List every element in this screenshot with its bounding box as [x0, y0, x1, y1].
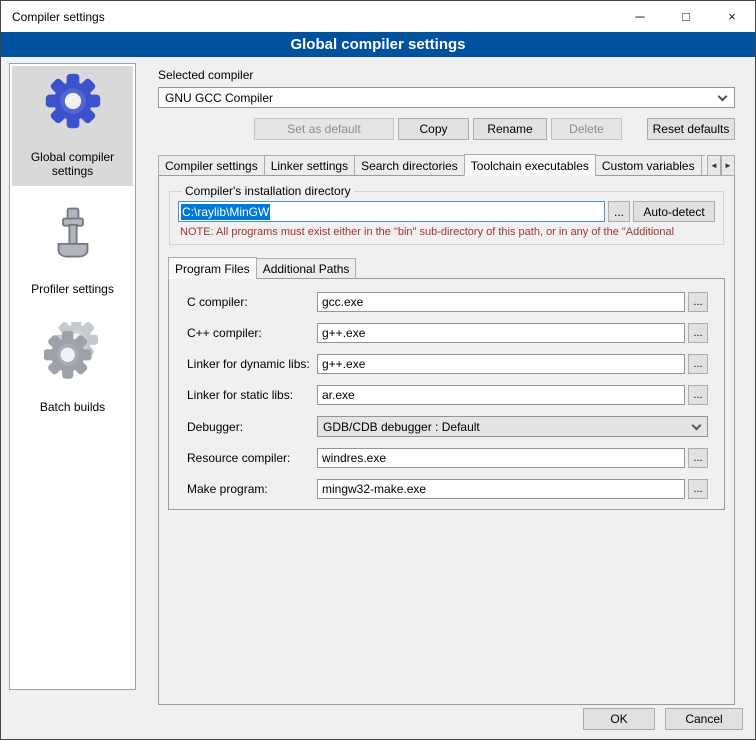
minimize-button[interactable]: ─ — [617, 1, 663, 32]
spacer — [158, 118, 250, 140]
tab-scroll-buttons: ◄ ► — [707, 155, 735, 176]
c-compiler-input[interactable]: gcc.exe — [317, 292, 685, 312]
field-label: Make program: — [187, 482, 317, 496]
debugger-select[interactable]: GDB/CDB debugger : Default — [317, 416, 708, 437]
chevron-down-icon — [692, 420, 702, 430]
field-label: Linker for dynamic libs: — [187, 357, 317, 371]
browse-button[interactable]: ... — [688, 479, 708, 499]
browse-button[interactable]: ... — [688, 292, 708, 312]
titlebar: Compiler settings ─ □ × — [1, 1, 755, 32]
tab-custom-variables[interactable]: Custom variables — [595, 155, 702, 176]
tab-toolchain-executables[interactable]: Toolchain executables — [464, 154, 596, 176]
field-row: C++ compiler: g++.exe ... — [187, 323, 708, 343]
batch-builds-icon — [44, 322, 102, 380]
program-files-tabbar: Program Files Additional Paths — [168, 257, 725, 279]
sidebar-item-label: Global compiler settings — [14, 150, 131, 178]
tab-compiler-settings[interactable]: Compiler settings — [158, 155, 265, 176]
dialog-footer: OK Cancel — [583, 708, 743, 730]
field-label: Resource compiler: — [187, 451, 317, 465]
window-title: Compiler settings — [1, 10, 105, 24]
chevron-down-icon — [718, 91, 728, 101]
field-label: C++ compiler: — [187, 326, 317, 340]
debugger-select-value: GDB/CDB debugger : Default — [323, 420, 480, 434]
browse-button[interactable]: ... — [688, 448, 708, 468]
settings-category-sidebar: Global compiler settings Profiler settin… — [9, 63, 136, 690]
sidebar-item-label: Batch builds — [14, 400, 131, 414]
installation-directory-group-title: Compiler's installation directory — [182, 184, 354, 198]
tab-scroll-left-button[interactable]: ◄ — [707, 155, 721, 176]
tab-additional-paths[interactable]: Additional Paths — [256, 258, 357, 279]
profiler-icon — [44, 204, 102, 262]
gear-icon — [44, 72, 102, 130]
ok-button[interactable]: OK — [583, 708, 655, 730]
installation-directory-value: C:\raylib\MinGW — [181, 204, 270, 220]
sidebar-item-profiler-settings[interactable]: Profiler settings — [12, 198, 133, 304]
tab-scroll-right-button[interactable]: ► — [721, 155, 735, 176]
delete-button: Delete — [551, 118, 622, 140]
cpp-compiler-input[interactable]: g++.exe — [317, 323, 685, 343]
field-label: C compiler: — [187, 295, 317, 309]
sidebar-item-label: Profiler settings — [14, 282, 131, 296]
make-program-input[interactable]: mingw32-make.exe — [317, 479, 685, 499]
field-row: Linker for dynamic libs: g++.exe ... — [187, 354, 708, 374]
browse-button[interactable]: ... — [688, 385, 708, 405]
tab-strip: Compiler settings Linker settings Search… — [158, 154, 705, 176]
main-content: Selected compiler GNU GCC Compiler Set a… — [146, 61, 749, 705]
tab-build-options[interactable]: Build options — [701, 155, 705, 176]
maximize-button[interactable]: □ — [663, 1, 709, 32]
toolchain-executables-panel: Compiler's installation directory C:\ray… — [158, 175, 735, 705]
field-row: Debugger: GDB/CDB debugger : Default — [187, 416, 708, 437]
field-label: Linker for static libs: — [187, 388, 317, 402]
window-controls: ─ □ × — [617, 1, 755, 32]
set-as-default-button: Set as default — [254, 118, 394, 140]
sidebar-item-global-compiler-settings[interactable]: Global compiler settings — [12, 66, 133, 186]
field-row: Make program: mingw32-make.exe ... — [187, 479, 708, 499]
rename-button[interactable]: Rename — [473, 118, 547, 140]
selected-compiler-select[interactable]: GNU GCC Compiler — [158, 87, 735, 108]
dynamic-linker-input[interactable]: g++.exe — [317, 354, 685, 374]
selected-compiler-value: GNU GCC Compiler — [165, 91, 273, 105]
compiler-settings-tabbar: Compiler settings Linker settings Search… — [158, 154, 735, 176]
tab-search-directories[interactable]: Search directories — [354, 155, 465, 176]
field-label: Debugger: — [187, 420, 317, 434]
resource-compiler-input[interactable]: windres.exe — [317, 448, 685, 468]
field-row: Resource compiler: windres.exe ... — [187, 448, 708, 468]
installation-directory-group: Compiler's installation directory C:\ray… — [169, 184, 724, 245]
browse-button[interactable]: ... — [688, 323, 708, 343]
tab-linker-settings[interactable]: Linker settings — [264, 155, 355, 176]
compiler-action-buttons: Set as default Copy Rename Delete Reset … — [158, 118, 735, 140]
static-linker-input[interactable]: ar.exe — [317, 385, 685, 405]
compiler-settings-window: Compiler settings ─ □ × Global compiler … — [0, 0, 756, 740]
reset-defaults-button[interactable]: Reset defaults — [647, 118, 735, 140]
field-row: C compiler: gcc.exe ... — [187, 292, 708, 312]
browse-installation-directory-button[interactable]: ... — [608, 201, 630, 222]
selected-compiler-label: Selected compiler — [158, 68, 749, 82]
note-text: NOTE: All programs must exist either in … — [180, 226, 715, 238]
browse-button[interactable]: ... — [688, 354, 708, 374]
sidebar-item-batch-builds[interactable]: Batch builds — [12, 316, 133, 422]
program-files-panel: C compiler: gcc.exe ... C++ compiler: g+… — [168, 278, 725, 510]
cancel-button[interactable]: Cancel — [665, 708, 743, 730]
field-row: Linker for static libs: ar.exe ... — [187, 385, 708, 405]
copy-button[interactable]: Copy — [398, 118, 469, 140]
tab-program-files[interactable]: Program Files — [168, 257, 257, 279]
auto-detect-button[interactable]: Auto-detect — [633, 201, 715, 222]
installation-directory-input[interactable]: C:\raylib\MinGW — [178, 201, 605, 222]
close-button[interactable]: × — [709, 1, 755, 32]
dialog-header: Global compiler settings — [1, 32, 755, 57]
